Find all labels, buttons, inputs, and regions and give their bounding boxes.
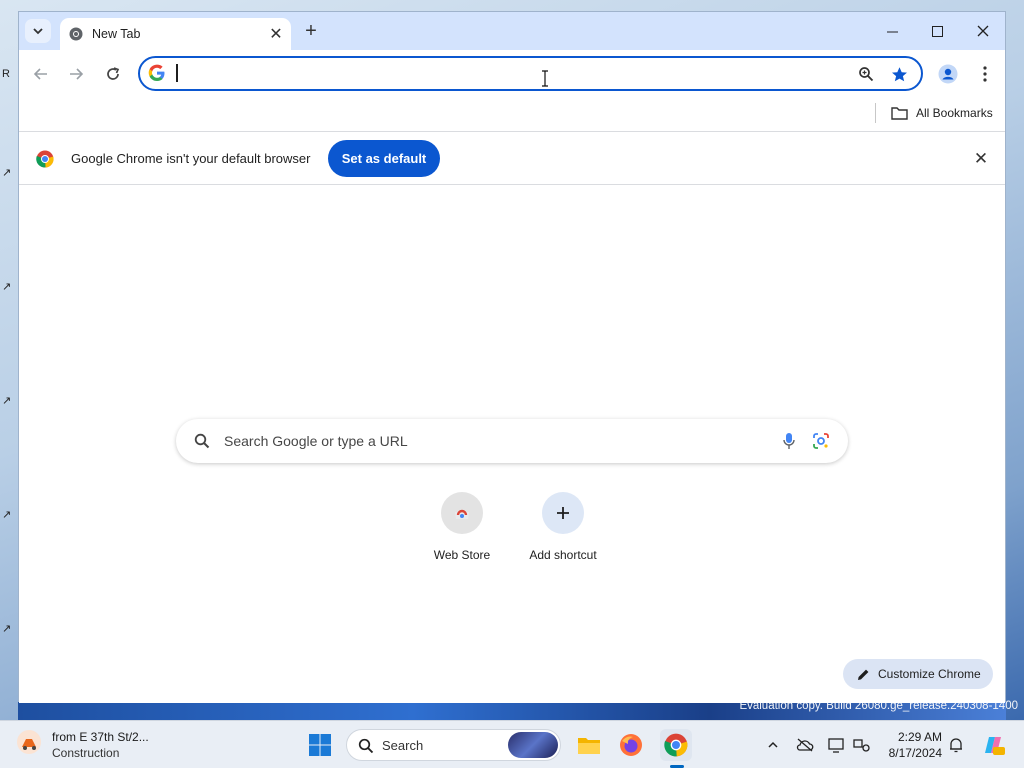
shortcut-web-store[interactable]: Web Store — [412, 492, 512, 562]
infobar-close-icon[interactable]: ✕ — [971, 149, 991, 169]
maximize-button[interactable] — [914, 18, 960, 44]
bell-icon — [950, 738, 962, 753]
forward-button[interactable] — [63, 61, 89, 87]
copilot-icon — [985, 737, 1005, 755]
menu-button[interactable] — [972, 61, 998, 87]
google-g-icon — [148, 64, 165, 81]
network-settings-icon — [853, 739, 870, 752]
forward-arrow-icon — [70, 68, 84, 80]
chrome-logo-icon — [664, 733, 688, 757]
folder-icon — [891, 107, 908, 120]
chrome-favicon-icon — [69, 27, 83, 41]
customize-chrome-button[interactable]: Customize Chrome — [843, 659, 993, 689]
desktop-shortcut-arrow-icon[interactable]: ↗ — [2, 622, 18, 638]
firefox-icon — [620, 734, 642, 756]
network-icon[interactable] — [852, 735, 872, 755]
search-icon — [358, 738, 374, 754]
set-as-default-button[interactable]: Set as default — [328, 140, 440, 177]
shortcut-tile — [441, 492, 483, 534]
text-cursor-icon — [542, 70, 548, 87]
windows-logo-icon — [309, 734, 331, 756]
tab-strip: New Tab ✕ + — [19, 12, 1005, 50]
maximize-icon — [931, 25, 943, 37]
new-tab-page: Search Google or type a URL Web Store Ad… — [19, 186, 1005, 703]
clock-time: 2:29 AM — [897, 730, 942, 744]
zoom-icon — [859, 67, 874, 82]
tab-new-tab[interactable]: New Tab ✕ — [60, 18, 291, 50]
zoom-button[interactable] — [855, 63, 877, 85]
chevron-up-icon — [768, 741, 778, 748]
taskbar-search[interactable]: Search — [346, 729, 561, 761]
display-icon[interactable] — [827, 735, 847, 755]
folder-icon — [578, 738, 600, 754]
taskbar-search-label: Search — [382, 738, 424, 753]
taskbar-chrome[interactable] — [660, 729, 692, 761]
google-lens-icon[interactable] — [812, 432, 830, 450]
copilot-button[interactable] — [980, 732, 1006, 758]
star-filled-icon — [891, 66, 907, 81]
bookmark-star-button[interactable] — [888, 63, 910, 85]
pencil-icon — [858, 669, 869, 680]
onedrive-offline-icon[interactable] — [795, 735, 815, 755]
toolbar — [19, 50, 1005, 97]
shortcut-label: Web Store — [433, 548, 491, 562]
tab-close-icon[interactable]: ✕ — [264, 22, 288, 46]
chrome-logo-icon — [36, 150, 54, 168]
minimize-button[interactable] — [869, 18, 915, 44]
tab-search-button[interactable] — [25, 19, 51, 43]
all-bookmarks-button[interactable]: All Bookmarks — [891, 103, 993, 123]
chevron-down-icon — [33, 28, 43, 35]
desktop-icon-fragment[interactable]: R — [2, 68, 18, 84]
shortcut-tile — [542, 492, 584, 534]
shortcut-add[interactable]: Add shortcut — [513, 492, 613, 562]
show-hidden-icons-button[interactable] — [763, 735, 783, 755]
profile-avatar-icon — [938, 64, 958, 84]
profile-button[interactable] — [935, 61, 961, 87]
search-highlight-image — [508, 732, 558, 758]
plus-icon — [557, 507, 569, 519]
construction-warning-icon — [17, 730, 41, 754]
taskbar-file-explorer[interactable] — [573, 729, 605, 761]
back-button[interactable] — [28, 61, 54, 87]
back-arrow-icon — [33, 68, 47, 80]
desktop-shortcut-arrow-icon[interactable]: ↗ — [2, 280, 18, 296]
kebab-menu-icon — [983, 66, 987, 82]
clock-date: 8/17/2024 — [888, 746, 942, 760]
text-caret — [176, 64, 178, 82]
start-button[interactable] — [304, 729, 336, 761]
close-window-button[interactable] — [960, 18, 1006, 44]
tab-title: New Tab — [92, 27, 141, 41]
monitor-icon — [828, 738, 844, 753]
chrome-window: New Tab ✕ + All Bookmarks Google Chrome … — [18, 11, 1006, 703]
bookmarks-separator — [875, 103, 876, 123]
ntp-search-box[interactable]: Search Google or type a URL — [176, 419, 848, 463]
weather-widget[interactable]: from E 37th St/2... Construction — [16, 729, 149, 761]
bookmarks-bar: All Bookmarks — [19, 97, 1005, 130]
desktop-shortcut-arrow-icon[interactable]: ↗ — [2, 394, 18, 410]
weather-title: from E 37th St/2... — [52, 730, 149, 744]
desktop-shortcut-arrow-icon[interactable]: ↗ — [2, 166, 18, 182]
minimize-icon — [886, 31, 898, 32]
search-icon — [194, 433, 210, 449]
reload-button[interactable] — [100, 61, 126, 87]
ntp-search-placeholder: Search Google or type a URL — [224, 433, 408, 449]
web-store-icon — [455, 509, 469, 519]
reload-icon — [107, 67, 120, 80]
taskbar: from E 37th St/2... Construction Search — [0, 720, 1024, 768]
shortcut-label: Add shortcut — [529, 548, 597, 562]
all-bookmarks-label: All Bookmarks — [916, 106, 993, 120]
weather-subtitle: Construction — [52, 746, 120, 760]
desktop-shortcut-arrow-icon[interactable]: ↗ — [2, 508, 18, 524]
address-bar[interactable] — [138, 56, 923, 91]
voice-search-icon[interactable] — [782, 432, 796, 450]
cloud-off-icon — [796, 738, 814, 752]
taskbar-firefox[interactable] — [615, 729, 647, 761]
default-browser-infobar: Google Chrome isn't your default browser… — [19, 131, 1005, 185]
new-tab-button[interactable]: + — [299, 19, 323, 43]
notifications-button[interactable] — [946, 735, 966, 755]
customize-chrome-label: Customize Chrome — [878, 667, 981, 681]
infobar-message: Google Chrome isn't your default browser — [71, 151, 311, 166]
taskbar-clock[interactable]: 2:29 AM 8/17/2024 — [880, 729, 942, 761]
close-icon — [977, 25, 989, 37]
